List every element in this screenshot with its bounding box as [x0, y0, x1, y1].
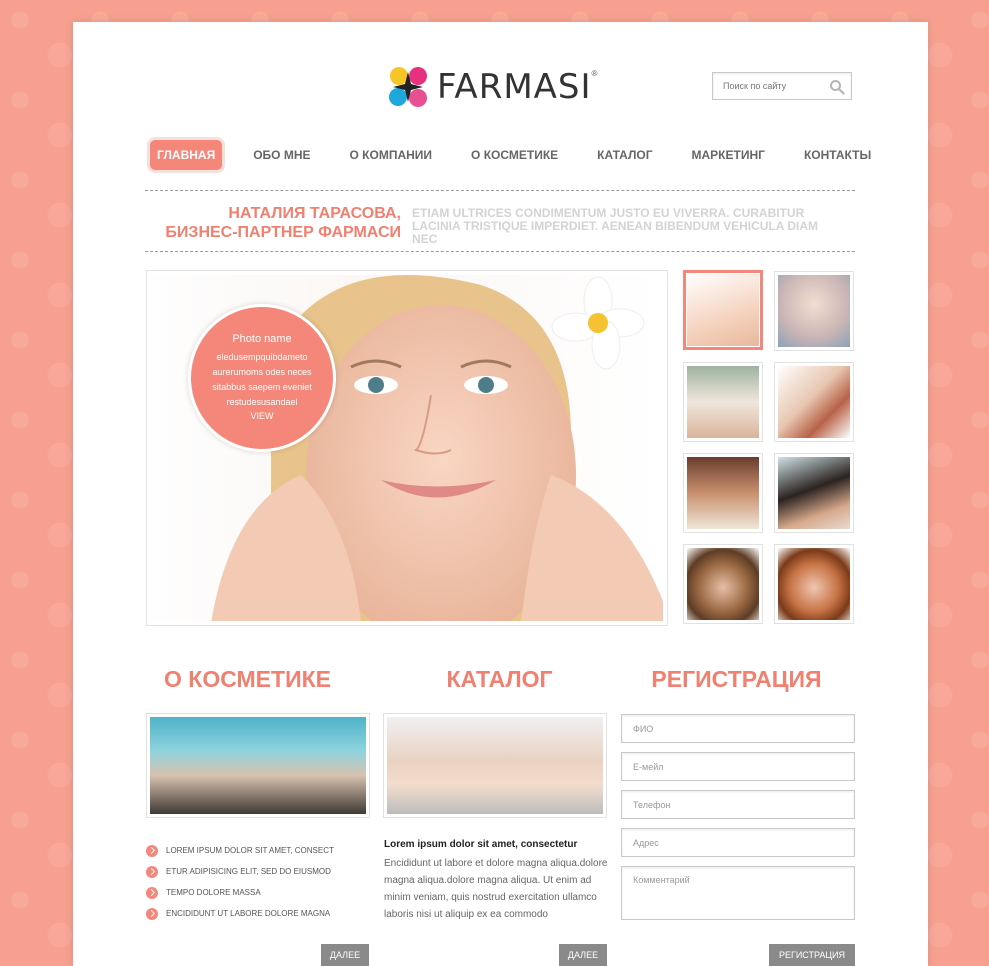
register-button[interactable]: РЕГИСТРАЦИЯ — [769, 944, 855, 966]
nav-item-marketing[interactable]: МАРКЕТИНГ — [692, 148, 765, 162]
thumbnail-8[interactable] — [774, 544, 854, 624]
owner-title: НАТАЛИЯ ТАРАСОВА, БИЗНЕС-ПАРТНЕР ФАРМАСИ — [147, 204, 401, 242]
divider-top — [145, 190, 855, 191]
list-item-text: LOREM IPSUM DOLOR SIT AMET, CONSECT — [166, 846, 334, 855]
cosmetics-list: LOREM IPSUM DOLOR SIT AMET, CONSECT ETUR… — [146, 840, 334, 924]
section-title-registration: РЕГИСТРАЦИЯ — [651, 666, 822, 692]
photo-description: eledusempquibdameto aurerumoms odes nece… — [212, 352, 312, 407]
thumbnail-5[interactable] — [683, 453, 763, 533]
hero-slider[interactable]: Photo name eledusempquibdameto aurerumom… — [146, 270, 668, 626]
arrow-bullet-icon — [146, 844, 158, 857]
nav-item-cosmetics[interactable]: О КОСМЕТИКЕ — [471, 148, 558, 162]
thumbnail-image — [687, 457, 759, 529]
hero-image: Photo name eledusempquibdameto aurerumom… — [151, 275, 663, 621]
nav-item-contacts[interactable]: КОНТАКТЫ — [804, 148, 871, 162]
arrow-bullet-icon — [146, 865, 158, 878]
cosmetics-image[interactable] — [146, 713, 370, 818]
thumbnail-image — [778, 275, 850, 347]
search-input[interactable] — [713, 73, 823, 99]
email-field[interactable] — [621, 752, 855, 781]
thumbnail-6[interactable] — [774, 453, 854, 533]
catalog-text: Encididunt ut labore et dolore magna ali… — [384, 858, 608, 920]
thumbnail-image — [778, 366, 850, 438]
nav-item-catalog[interactable]: КАТАЛОГ — [597, 148, 652, 162]
list-item[interactable]: LOREM IPSUM DOLOR SIT AMET, CONSECT — [146, 840, 334, 861]
owner-role: БИЗНЕС-ПАРТНЕР ФАРМАСИ — [165, 224, 401, 241]
address-field[interactable] — [621, 828, 855, 857]
search-box — [712, 72, 852, 100]
nav-item-about-me[interactable]: ОБО МНЕ — [253, 148, 310, 162]
photo-caption-circle: Photo name eledusempquibdameto aurerumom… — [188, 304, 336, 452]
thumbnail-image — [687, 366, 759, 438]
nav-item-home[interactable]: ГЛАВНАЯ — [150, 140, 223, 170]
more-button-catalog[interactable]: ДАЛЕЕ — [559, 944, 607, 966]
list-item-text: ETUR ADIPISICING ELIT, SED DO EIUSMOD — [166, 867, 331, 876]
nav-item-company[interactable]: О КОМПАНИИ — [350, 148, 433, 162]
divider-bottom — [145, 251, 855, 252]
catalog-image[interactable] — [383, 713, 607, 818]
list-item[interactable]: ENCIDIDUNT UT LABORE DOLORE MAGNA — [146, 903, 334, 924]
thumbnail-4[interactable] — [774, 362, 854, 442]
farmasi-logo-icon — [389, 67, 427, 107]
phone-field[interactable] — [621, 790, 855, 819]
thumbnail-image — [778, 457, 850, 529]
registered-mark: ® — [591, 68, 598, 78]
list-item-text: TEMPO DOLORE MASSA — [166, 888, 261, 897]
logo[interactable]: FARMASI ® — [385, 64, 597, 110]
thumbnail-3[interactable] — [683, 362, 763, 442]
thumbnail-2[interactable] — [774, 271, 854, 351]
more-button-cosmetics[interactable]: ДАЛЕЕ — [321, 944, 369, 966]
search-icon[interactable] — [829, 79, 845, 95]
page-container: FARMASI ® ГЛАВНАЯ ОБО МНЕ О КОМПАНИИ О К… — [73, 22, 928, 966]
arrow-bullet-icon — [146, 907, 158, 920]
view-link[interactable]: VIEW — [191, 411, 333, 421]
tagline-text: ETIAM ULTRICES CONDIMENTUM JUSTO EU VIVE… — [412, 206, 819, 246]
comment-field[interactable] — [621, 866, 855, 920]
catalog-heading: Lorem ipsum dolor sit amet, consectetur — [384, 839, 578, 850]
logo-text: FARMASI — [437, 67, 592, 107]
thumbnail-7[interactable] — [683, 544, 763, 624]
thumbnail-image — [687, 548, 759, 620]
thumbnail-image — [778, 548, 850, 620]
arrow-bullet-icon — [146, 886, 158, 899]
section-title-cosmetics: О КОСМЕТИКЕ — [164, 666, 331, 692]
main-nav: ГЛАВНАЯ ОБО МНЕ О КОМПАНИИ О КОСМЕТИКЕ К… — [147, 139, 871, 171]
name-field[interactable] — [621, 714, 855, 743]
catalog-photo — [387, 717, 603, 814]
thumbnail-1[interactable] — [683, 270, 763, 350]
owner-name: НАТАЛИЯ ТАРАСОВА, — [228, 205, 401, 222]
list-item-text: ENCIDIDUNT UT LABORE DOLORE MAGNA — [166, 909, 331, 918]
photo-name: Photo name — [232, 333, 292, 345]
section-title-catalog: КАТАЛОГ — [446, 666, 553, 692]
thumbnail-image — [687, 274, 759, 346]
list-item[interactable]: TEMPO DOLORE MASSA — [146, 882, 334, 903]
list-item[interactable]: ETUR ADIPISICING ELIT, SED DO EIUSMOD — [146, 861, 334, 882]
cosmetics-photo — [150, 717, 366, 814]
